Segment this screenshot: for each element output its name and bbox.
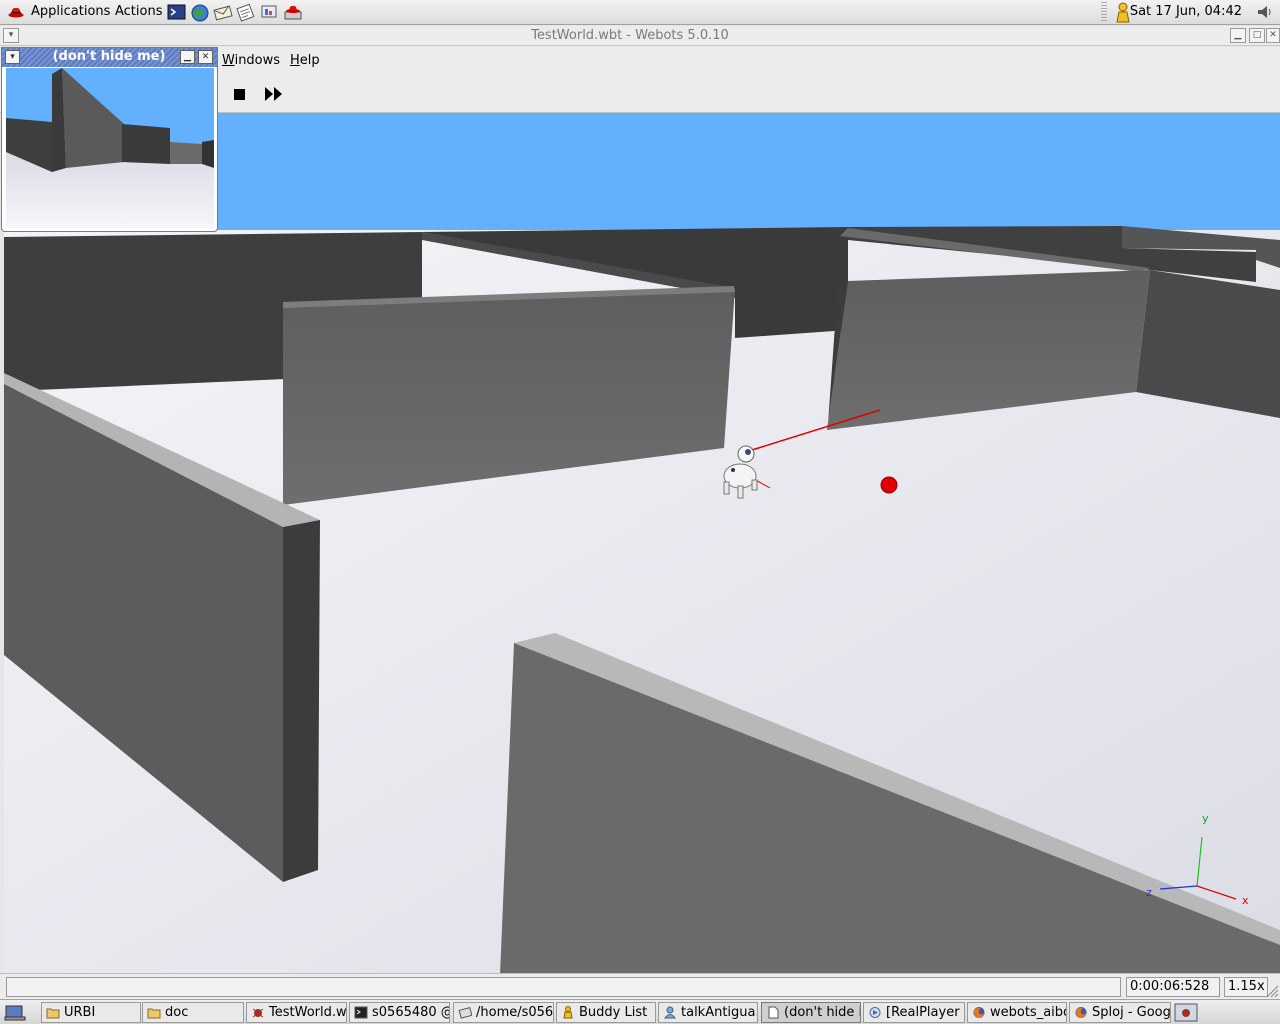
person-icon — [664, 1006, 676, 1019]
minimize-button[interactable]: ▁ — [1230, 28, 1246, 43]
task-label: talkAntigua.c — [681, 1005, 757, 1020]
camera-window-close-button[interactable]: ✕ — [198, 50, 213, 64]
task-label: [RealPlayer - — [886, 1005, 965, 1020]
clock[interactable]: Sat 17 Jun, 04:42 — [1130, 4, 1242, 19]
3d-viewport[interactable]: y x z — [4, 113, 1280, 973]
y-axis-label: y — [1202, 812, 1209, 825]
workspace-switcher-icon[interactable] — [1174, 1003, 1198, 1022]
terminal-icon[interactable] — [167, 3, 187, 22]
task-camera-window[interactable]: (don't hide i — [761, 1002, 861, 1023]
window-title: TestWorld.wbt - Webots 5.0.10 — [531, 28, 729, 43]
firefox-icon — [973, 1007, 985, 1018]
applications-menu[interactable]: Applications — [31, 4, 110, 19]
task-urbi[interactable]: URBI — [41, 1002, 141, 1023]
task-label: TestWorld.wl — [269, 1005, 347, 1020]
task-talk[interactable]: talkAntigua.c — [658, 1002, 758, 1023]
task-buddy-list[interactable]: Buddy List — [556, 1002, 656, 1023]
resize-grip-icon[interactable] — [1263, 982, 1279, 998]
menu-windows-rest: indows — [234, 53, 281, 68]
status-message — [6, 977, 1121, 997]
stop-icon[interactable] — [226, 83, 252, 105]
statusbar: 0:00:06:528 1.15x — [0, 973, 1280, 999]
maximize-button[interactable]: □ — [1249, 28, 1265, 43]
task-label: webots_aibo — [990, 1005, 1067, 1020]
menu-windows-mnemonic: W — [222, 53, 235, 68]
right-wall-side — [1136, 270, 1280, 418]
show-desktop-icon[interactable] — [3, 1003, 27, 1022]
taskbar: URBI doc TestWorld.wl s0565480 @ /home/s… — [0, 999, 1280, 1024]
redhat-icon[interactable] — [8, 6, 24, 18]
writer-icon[interactable] — [236, 3, 256, 22]
fast-forward-icon[interactable] — [261, 83, 287, 105]
x-axis-label: x — [1242, 894, 1249, 907]
camera-window[interactable]: ▾ (don't hide me) ▁ ✕ — [1, 47, 218, 232]
folder-icon — [46, 1008, 60, 1019]
camera-image — [6, 68, 214, 228]
task-file-manager[interactable]: /home/s056 — [453, 1002, 554, 1023]
folder-icon — [147, 1008, 161, 1019]
task-label: /home/s056 — [476, 1005, 554, 1020]
task-label: doc — [165, 1005, 189, 1020]
task-realplayer[interactable]: [RealPlayer - — [863, 1002, 965, 1023]
task-webots-aibo[interactable]: webots_aibo — [967, 1002, 1067, 1023]
menu-windows[interactable]: Windows — [222, 53, 280, 68]
task-label: (don't hide i — [784, 1005, 861, 1020]
buddy-icon — [563, 1006, 573, 1019]
menu-help-mnemonic: H — [290, 53, 300, 68]
actions-menu[interactable]: Actions — [115, 4, 163, 19]
window-titlebar[interactable]: ▾ TestWorld.wbt - Webots 5.0.10 ▁ □ ✕ — [0, 26, 1280, 46]
z-axis-label: z — [1146, 886, 1152, 899]
simulation-time: 0:00:06:528 — [1126, 977, 1220, 997]
task-label: s0565480 @ — [372, 1005, 450, 1020]
realplayer-icon — [869, 1007, 881, 1018]
task-doc[interactable]: doc — [142, 1002, 244, 1023]
wall-left-near-end — [283, 520, 320, 882]
email-icon[interactable] — [213, 3, 233, 22]
redhat-network-icon[interactable] — [283, 3, 303, 22]
camera-window-minimize-button[interactable]: ▁ — [180, 50, 195, 64]
panel-separator — [1101, 2, 1107, 23]
screen: Applications Actions Sat 17 Jun, 04:42 ▾… — [0, 0, 1280, 1024]
file-manager-icon — [458, 1006, 472, 1019]
terminal-icon — [354, 1006, 368, 1019]
firefox-icon — [1075, 1007, 1087, 1018]
task-terminal[interactable]: s0565480 @ — [349, 1002, 450, 1023]
camera-window-titlebar[interactable]: ▾ (don't hide me) ▁ ✕ — [2, 48, 217, 67]
task-testworld[interactable]: TestWorld.wl — [246, 1002, 347, 1023]
task-sploj[interactable]: Sploj - Goog — [1069, 1002, 1171, 1023]
camera-window-menu-button[interactable]: ▾ — [5, 50, 20, 64]
task-label: URBI — [64, 1005, 96, 1020]
camera-window-title: (don't hide me) — [52, 49, 166, 64]
simulation-speed: 1.15x — [1224, 977, 1268, 997]
web-browser-icon[interactable] — [190, 3, 210, 22]
scene-view[interactable]: y x z — [4, 113, 1280, 973]
red-ball[interactable] — [880, 476, 898, 494]
menu-help-rest: elp — [299, 53, 320, 68]
top-panel: Applications Actions Sat 17 Jun, 04:42 — [0, 0, 1280, 25]
camera-view — [6, 68, 214, 228]
document-icon — [768, 1006, 779, 1019]
presentation-icon[interactable] — [259, 3, 279, 22]
task-label: Sploj - Goog — [1092, 1005, 1171, 1020]
close-button[interactable]: ✕ — [1266, 28, 1280, 43]
volume-icon[interactable] — [1256, 4, 1274, 20]
menu-help[interactable]: Help — [290, 53, 320, 68]
webots-icon — [252, 1008, 264, 1018]
task-label: Buddy List — [579, 1005, 648, 1020]
